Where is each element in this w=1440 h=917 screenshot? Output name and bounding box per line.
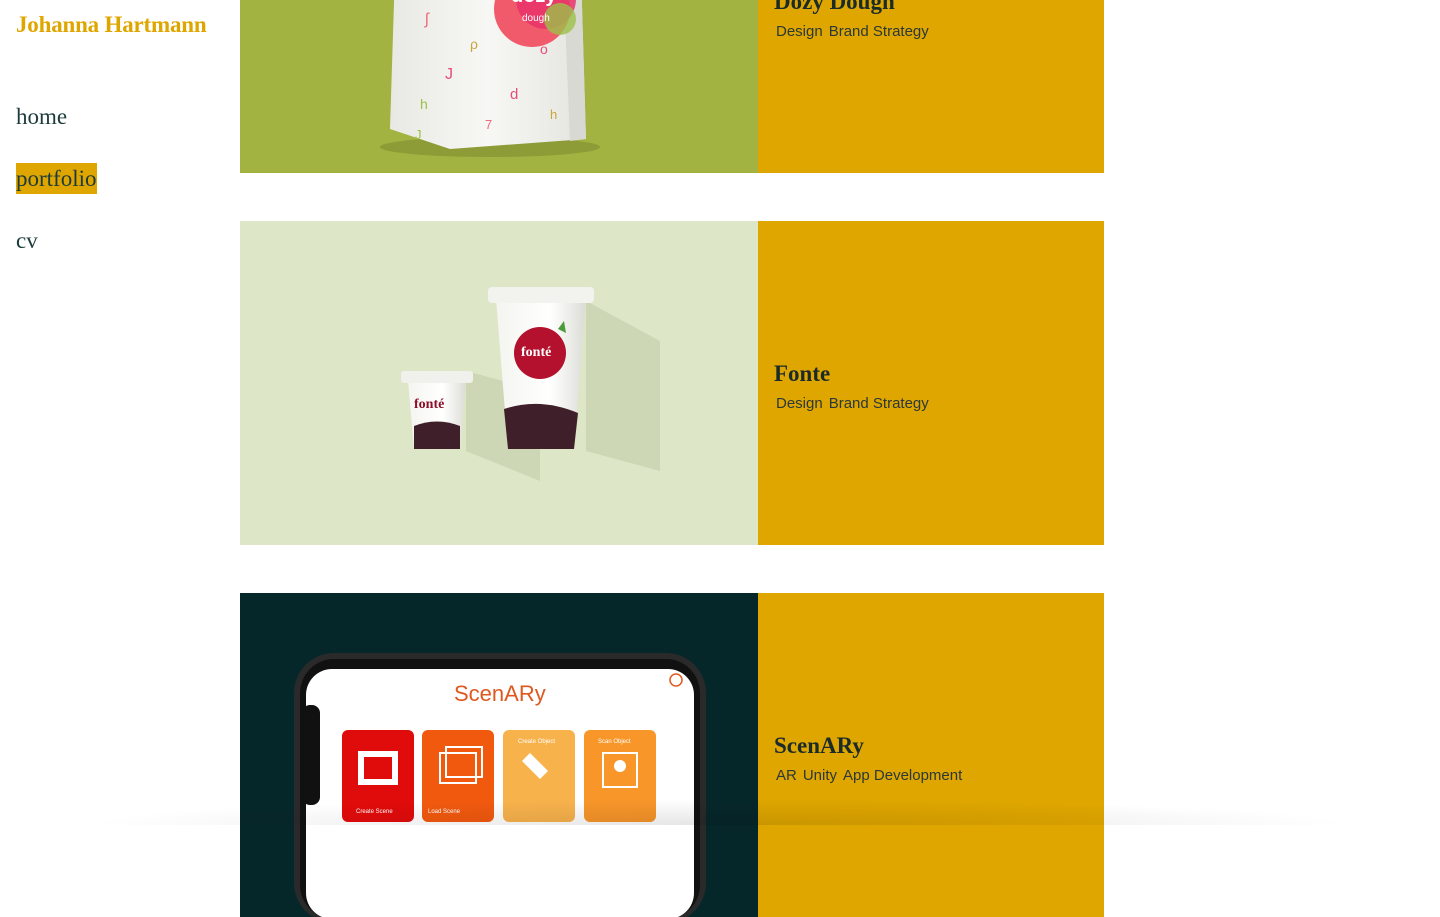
svg-text:J: J <box>415 127 422 142</box>
project-title[interactable]: Fonte <box>774 361 830 387</box>
project-card-fonte[interactable]: fonté fonté Fonte Design Brand Strategy <box>240 221 1104 545</box>
nav-item-home[interactable]: home <box>16 101 67 132</box>
project-image-dozy-dough[interactable]: ʃ ρ J d h o 7 J h dozy dough <box>240 0 758 173</box>
svg-text:ρ: ρ <box>470 36 478 52</box>
project-tag[interactable]: Design <box>776 23 823 40</box>
project-tag[interactable]: Design <box>776 395 823 412</box>
project-tag[interactable]: App Development <box>843 767 962 784</box>
project-tags: AR Unity App Development <box>776 767 962 784</box>
svg-text:d: d <box>510 86 518 103</box>
svg-text:Scan Object: Scan Object <box>598 739 631 745</box>
nav-item-portfolio[interactable]: portfolio <box>16 163 97 194</box>
fonte-small-cup-logo: fonté <box>414 397 445 412</box>
fonte-big-cup-logo: fonté <box>521 345 552 360</box>
dozy-logo-subtext: dough <box>522 13 550 24</box>
site-title[interactable]: Johanna Hartmann <box>16 12 207 38</box>
project-tag[interactable]: Brand Strategy <box>829 23 929 40</box>
project-image-fonte[interactable]: fonté fonté <box>240 221 758 545</box>
project-title[interactable]: Dozy Dough <box>774 0 895 15</box>
dozy-logo-text: dozy <box>511 0 557 8</box>
project-card-scenary[interactable]: Create Scene Load Scene Create Object Sc… <box>240 593 1104 917</box>
project-title[interactable]: ScenARy <box>774 733 864 759</box>
project-tags: Design Brand Strategy <box>776 395 929 412</box>
sidebar: Johanna Hartmann home portfolio cv <box>0 0 240 819</box>
project-image-scenary[interactable]: Create Scene Load Scene Create Object Sc… <box>240 593 758 917</box>
svg-text:Create Object: Create Object <box>518 739 555 745</box>
paper-bag-illustration: ʃ ρ J d h o 7 J h <box>380 0 600 157</box>
coffee-cups-illustration <box>401 287 660 481</box>
project-info-dozy-dough: Dozy Dough Design Brand Strategy <box>758 0 1104 173</box>
nav-item-cv[interactable]: cv <box>16 225 38 256</box>
svg-text:Load Scene: Load Scene <box>428 809 461 815</box>
project-card-dozy-dough[interactable]: ʃ ρ J d h o 7 J h dozy dough Dozy Dough … <box>240 0 1104 173</box>
scenary-app-title: ScenARy <box>454 681 546 706</box>
svg-text:7: 7 <box>485 117 492 132</box>
project-info-fonte: Fonte Design Brand Strategy <box>758 221 1104 545</box>
project-tags: Design Brand Strategy <box>776 23 929 40</box>
project-tag[interactable]: Brand Strategy <box>829 395 929 412</box>
svg-text:h: h <box>550 107 557 122</box>
main-nav: home portfolio cv <box>16 101 97 287</box>
project-info-scenary: ScenARy AR Unity App Development <box>758 593 1104 917</box>
project-tag[interactable]: AR <box>776 767 797 784</box>
svg-text:J: J <box>445 66 453 83</box>
project-tag[interactable]: Unity <box>803 767 837 784</box>
phone-app-mockup: Create Scene Load Scene Create Object Sc… <box>294 653 706 917</box>
svg-text:h: h <box>420 96 428 112</box>
svg-text:Create Scene: Create Scene <box>356 809 393 815</box>
